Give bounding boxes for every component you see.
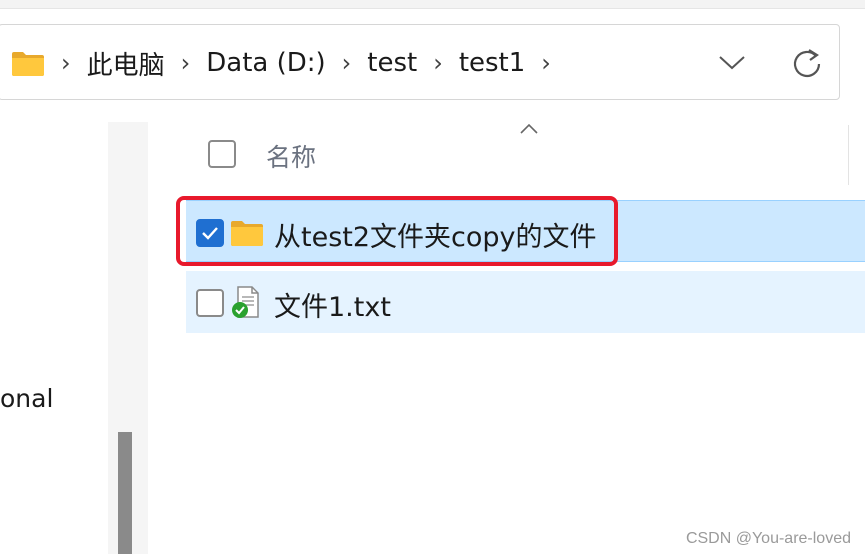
- navigation-pane: [0, 122, 108, 554]
- chevron-right-icon[interactable]: ›: [433, 51, 443, 75]
- select-all-checkbox[interactable]: [208, 140, 236, 168]
- breadcrumb-this-pc[interactable]: 此电脑: [87, 45, 165, 82]
- sort-ascending-icon: [520, 124, 538, 134]
- breadcrumb: › 此电脑 › Data (D:) › test › test1 ›: [11, 25, 567, 101]
- file-row-text[interactable]: 文件1.txt: [186, 271, 865, 333]
- checkmark-icon: [202, 227, 218, 240]
- chevron-down-icon[interactable]: [715, 47, 749, 77]
- column-header-name[interactable]: 名称: [266, 138, 316, 174]
- chevron-right-icon[interactable]: ›: [342, 51, 352, 75]
- navigation-item-label[interactable]: onal: [0, 384, 53, 413]
- column-divider[interactable]: [848, 125, 849, 185]
- folder-icon[interactable]: [11, 49, 45, 77]
- address-bar[interactable]: › 此电脑 › Data (D:) › test › test1 ›: [0, 24, 840, 100]
- breadcrumb-test[interactable]: test: [367, 48, 417, 78]
- file-row-folder[interactable]: 从test2文件夹copy的文件: [186, 200, 865, 262]
- file-list: [148, 122, 865, 554]
- file-name[interactable]: 从test2文件夹copy的文件: [274, 215, 597, 254]
- watermark: CSDN @You-are-loved: [685, 530, 851, 547]
- chevron-right-icon[interactable]: ›: [61, 51, 71, 75]
- navigation-scrollbar-thumb[interactable]: [118, 432, 132, 554]
- breadcrumb-test1[interactable]: test1: [459, 48, 525, 78]
- refresh-icon[interactable]: [789, 45, 825, 81]
- file-name[interactable]: 文件1.txt: [274, 285, 391, 324]
- text-file-synced-icon: [232, 286, 259, 318]
- folder-icon: [231, 221, 263, 246]
- chevron-right-icon[interactable]: ›: [541, 51, 551, 75]
- breadcrumb-data-drive[interactable]: Data (D:): [206, 48, 325, 78]
- chevron-right-icon[interactable]: ›: [181, 51, 191, 75]
- row-checkbox[interactable]: [196, 289, 224, 317]
- row-checkbox-checked[interactable]: [196, 219, 224, 247]
- window-top-strip: [0, 0, 865, 9]
